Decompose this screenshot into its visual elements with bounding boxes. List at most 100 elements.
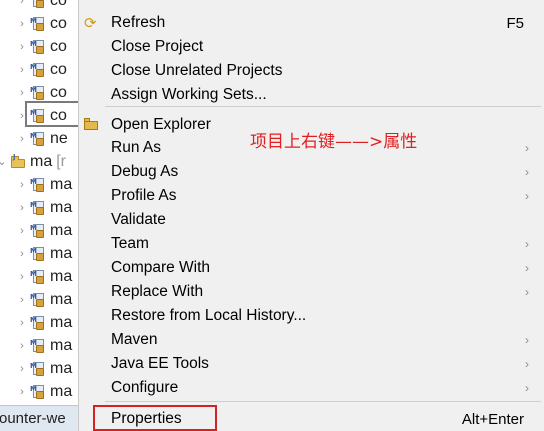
context-menu: ⟳ Refresh F5 Close Project Close Unrelated P… — [78, 0, 544, 431]
menu-item-label: Team — [111, 235, 149, 252]
menu-item-replace-with[interactable]: Replace With › — [79, 280, 544, 304]
maven-project-icon: M — [30, 384, 46, 400]
maven-project-icon: M — [30, 361, 46, 377]
editor-tab-label: ounter-we — [0, 410, 66, 427]
tree-item[interactable]: › Mma — [16, 288, 72, 311]
menu-item-label: Debug As — [111, 163, 179, 180]
menu-item-debug-as[interactable]: Debug As › — [79, 160, 544, 184]
maven-project-icon: M — [30, 177, 46, 193]
tree-item-suffix: [r — [56, 152, 67, 170]
maven-project-icon: M — [30, 16, 46, 32]
tree-item[interactable]: › Mma — [16, 173, 72, 196]
chevron-down-icon[interactable]: ⌄ — [0, 155, 8, 168]
maven-project-icon: M — [30, 315, 46, 331]
folder-icon — [84, 118, 98, 130]
maven-project-icon: M — [30, 39, 46, 55]
refresh-icon: ⟳ — [84, 14, 97, 32]
submenu-arrow-icon: › — [525, 357, 529, 371]
menu-item-refresh[interactable]: ⟳ Refresh F5 — [79, 11, 544, 35]
menu-item-close-unrelated-projects[interactable]: Close Unrelated Projects — [79, 59, 544, 83]
tree-item[interactable]: › Mne — [16, 127, 68, 150]
tree-item[interactable]: › Mma — [16, 196, 72, 219]
submenu-arrow-icon: › — [525, 237, 529, 251]
chevron-right-icon[interactable]: › — [16, 179, 28, 191]
tree-item[interactable]: › Mma — [16, 380, 72, 403]
tree-item-label: ma — [50, 359, 73, 377]
maven-project-icon: M — [30, 131, 46, 147]
maven-project-icon: M — [30, 246, 46, 262]
menu-item-team[interactable]: Team › — [79, 232, 544, 256]
chevron-right-icon[interactable]: › — [16, 41, 28, 53]
menu-item-java-ee-tools[interactable]: Java EE Tools › — [79, 352, 544, 376]
maven-project-icon: M — [30, 269, 46, 285]
tree-item-label: co — [50, 60, 67, 78]
maven-project-icon: M — [30, 0, 46, 9]
tree-item[interactable]: ⌄ Jma [r — [0, 150, 66, 173]
tree-item-label: ma — [30, 152, 53, 170]
tree-item[interactable]: › Mma — [16, 334, 72, 357]
tree-item-label: co — [50, 37, 67, 55]
menu-item-assign-working-sets[interactable]: Assign Working Sets... — [79, 83, 544, 107]
chevron-right-icon[interactable]: › — [16, 248, 28, 260]
chevron-right-icon[interactable]: › — [16, 64, 28, 76]
menu-item-validate[interactable]: Validate — [79, 208, 544, 232]
chevron-right-icon[interactable]: › — [16, 294, 28, 306]
tree-item[interactable]: ›Mco — [16, 58, 67, 81]
menu-item-restore-from-local-history[interactable]: Restore from Local History... — [79, 304, 544, 328]
chevron-right-icon[interactable]: › — [16, 87, 28, 99]
maven-project-icon: M — [30, 200, 46, 216]
submenu-arrow-icon: › — [525, 261, 529, 275]
menu-item-label: Replace With — [111, 283, 204, 300]
chevron-right-icon[interactable]: › — [16, 271, 28, 283]
tree-item-label: ma — [50, 382, 73, 400]
chevron-right-icon[interactable]: › — [16, 202, 28, 214]
menu-item-compare-with[interactable]: Compare With › — [79, 256, 544, 280]
chevron-right-icon[interactable]: › — [16, 225, 28, 237]
project-folder-icon: J — [10, 153, 26, 170]
menu-item-label: Configure — [111, 379, 179, 396]
chevron-right-icon[interactable]: › — [16, 386, 28, 398]
tree-item[interactable]: ›Mco — [16, 12, 67, 35]
tree-item[interactable]: › Mma — [16, 265, 72, 288]
tree-item-label: ma — [50, 313, 73, 331]
menu-item-shortcut: F5 — [506, 14, 524, 32]
submenu-arrow-icon: › — [525, 285, 529, 299]
menu-item-maven[interactable]: Maven › — [79, 328, 544, 352]
tree-item-label: ma — [50, 221, 73, 239]
tree-item-label: ma — [50, 175, 73, 193]
menu-item-label: Restore from Local History... — [111, 307, 307, 324]
chevron-right-icon[interactable]: › — [16, 18, 28, 30]
chevron-right-icon[interactable]: › — [16, 0, 28, 7]
submenu-arrow-icon: › — [525, 141, 529, 155]
menu-item-label: Run As — [111, 139, 161, 156]
properties-highlight-box — [93, 405, 217, 431]
tree-item[interactable]: › Mma — [16, 219, 72, 242]
tree-item-label: ma — [50, 336, 73, 354]
editor-tab[interactable]: ounter-we — [0, 405, 80, 431]
tree-item-label: ne — [50, 129, 68, 147]
chevron-right-icon[interactable]: › — [16, 133, 28, 145]
tree-item-label: co — [50, 0, 67, 9]
menu-item-close-project[interactable]: Close Project — [79, 35, 544, 59]
tree-item[interactable]: ›Mco — [16, 35, 67, 58]
tree-item[interactable]: › Mma — [16, 242, 72, 265]
menu-item-label: Java EE Tools — [111, 355, 209, 372]
submenu-arrow-icon: › — [525, 189, 529, 203]
menu-item-label: Compare With — [111, 259, 211, 276]
tree-item[interactable]: › Mma — [16, 357, 72, 380]
tree-item[interactable]: ›Mco — [16, 0, 67, 12]
menu-item-configure[interactable]: Configure › — [79, 376, 544, 400]
chevron-right-icon[interactable]: › — [16, 340, 28, 352]
chevron-right-icon[interactable]: › — [16, 317, 28, 329]
maven-project-icon: M — [30, 62, 46, 78]
menu-item-label: Close Unrelated Projects — [111, 62, 283, 79]
menu-separator — [105, 401, 541, 402]
menu-item-label: Maven — [111, 331, 158, 348]
tree-item-label: ma — [50, 244, 73, 262]
chevron-right-icon[interactable]: › — [16, 363, 28, 375]
menu-item-label: Profile As — [111, 187, 177, 204]
submenu-arrow-icon: › — [525, 381, 529, 395]
annotation-text: 项目上右键——>属性 — [250, 132, 418, 152]
tree-item[interactable]: › Mma — [16, 311, 72, 334]
menu-item-profile-as[interactable]: Profile As › — [79, 184, 544, 208]
